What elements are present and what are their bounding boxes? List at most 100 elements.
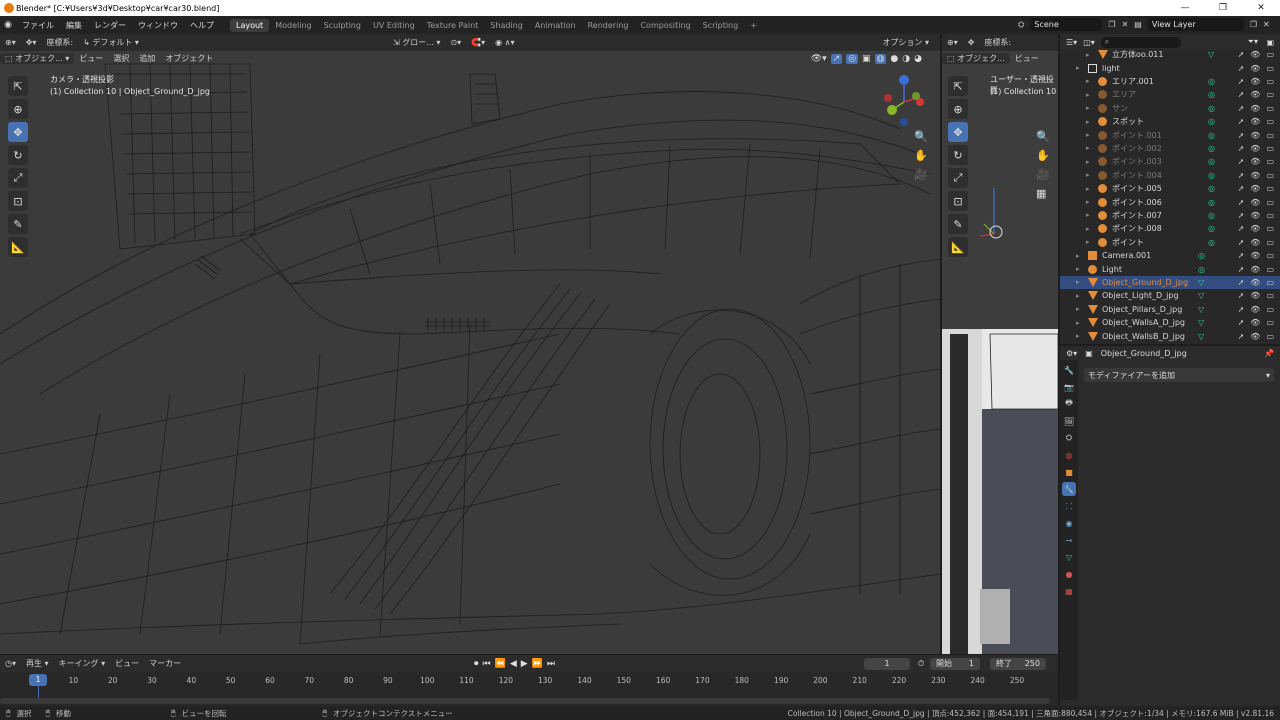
transform-tool-icon[interactable]: ⊡ [8, 191, 28, 211]
navigation-gizmo[interactable] [880, 72, 930, 127]
new-scene-icon[interactable]: ❐ [1108, 20, 1115, 29]
eye-icon[interactable]: 👁 [1250, 278, 1260, 287]
render-camera-icon[interactable]: ▭ [1266, 278, 1274, 287]
side-move-tool-icon[interactable]: ✥ [948, 122, 968, 142]
render-camera-icon[interactable]: ▭ [1266, 157, 1274, 166]
rotate-tool-icon[interactable]: ↻ [8, 145, 28, 165]
light-data-icon[interactable]: ◎ [1208, 131, 1215, 140]
side-menu-view[interactable]: ビュー [1010, 53, 1044, 64]
eye-icon[interactable]: 👁 [1250, 131, 1260, 140]
render-camera-icon[interactable]: ▭ [1266, 50, 1274, 59]
pin-icon[interactable]: 📌 [1264, 349, 1274, 358]
eye-icon[interactable]: 👁 [1250, 77, 1260, 86]
side-rotate-tool-icon[interactable]: ↻ [948, 145, 968, 165]
view-layer-selector[interactable]: View Layer [1147, 18, 1244, 31]
add-modifier-dropdown[interactable]: モディファイアーを追加 ▾ [1084, 368, 1274, 382]
expand-arrow-icon[interactable]: ▸ [1076, 278, 1080, 286]
side-annotate-tool-icon[interactable]: ✎ [948, 214, 968, 234]
select-cursor-icon[interactable]: ➚ [1238, 90, 1245, 99]
world-tab-icon[interactable]: ◍ [1062, 448, 1076, 462]
new-collection-icon[interactable]: ▣ [1266, 38, 1274, 47]
render-camera-icon[interactable]: ▭ [1266, 90, 1274, 99]
render-camera-icon[interactable]: ▭ [1266, 305, 1274, 314]
outliner-row[interactable]: ▸ ポイント ◎ ➚ 👁 ▭ [1060, 236, 1280, 249]
light-data-icon[interactable]: ◎ [1208, 117, 1215, 126]
menu-render[interactable]: レンダー [88, 20, 132, 31]
outliner-row[interactable]: ▸ ポイント.003 ◎ ➚ 👁 ▭ [1060, 155, 1280, 168]
menu-edit[interactable]: 編集 [60, 20, 88, 31]
tab-rendering[interactable]: Rendering [582, 19, 635, 32]
eye-icon[interactable]: 👁 [1250, 184, 1260, 193]
select-cursor-icon[interactable]: ➚ [1238, 224, 1245, 233]
outliner-row[interactable]: ▸ ポイント.005 ◎ ➚ 👁 ▭ [1060, 182, 1280, 195]
side-zoom-icon[interactable]: 🔍 [1036, 130, 1050, 143]
outliner-row[interactable]: ▸ Object_Light_D_jpg ▽ ➚ 👁 ▭ [1060, 289, 1280, 302]
menu-marker[interactable]: マーカー [144, 658, 186, 669]
side-transform-tool-icon[interactable]: ⊡ [948, 191, 968, 211]
light-data-icon[interactable]: ◎ [1208, 211, 1215, 220]
side-measure-tool-icon[interactable]: 📐 [948, 237, 968, 257]
expand-arrow-icon[interactable]: ▸ [1076, 292, 1080, 300]
light-data-icon[interactable]: ◎ [1208, 171, 1215, 180]
render-camera-icon[interactable]: ▭ [1266, 131, 1274, 140]
add-workspace-button[interactable]: + [744, 19, 763, 32]
shading-solid-icon[interactable]: ● [890, 54, 898, 64]
select-cursor-icon[interactable]: ➚ [1238, 171, 1245, 180]
light-data-icon[interactable]: ◎ [1208, 198, 1215, 207]
scene-tab-icon[interactable]: ⛭ [1062, 431, 1076, 445]
tab-sculpting[interactable]: Sculpting [318, 19, 367, 32]
shading-wireframe-icon[interactable]: ◍ [874, 53, 887, 64]
transform-orientation-dropdown[interactable]: ⇲ グロー... ▾ [388, 37, 445, 48]
expand-arrow-icon[interactable]: ▸ [1076, 252, 1080, 260]
light-data-icon[interactable]: ◎ [1208, 238, 1215, 247]
light-data-icon[interactable]: ◎ [1208, 104, 1215, 113]
shading-material-icon[interactable]: ◑ [902, 54, 910, 64]
light-data-icon[interactable]: ◎ [1208, 144, 1215, 153]
expand-arrow-icon[interactable]: ▸ [1076, 265, 1080, 273]
jump-end-icon[interactable]: ⏭ [547, 659, 555, 669]
expand-arrow-icon[interactable]: ▸ [1086, 171, 1090, 179]
outliner-row[interactable]: ▸ Camera.001 ◎ ➚ 👁 ▭ [1060, 249, 1280, 262]
select-cursor-icon[interactable]: ➚ [1238, 198, 1245, 207]
light-data-icon[interactable]: ◎ [1208, 157, 1215, 166]
select-cursor-icon[interactable]: ➚ [1238, 157, 1245, 166]
light-data-icon[interactable]: ◎ [1208, 224, 1215, 233]
transform-gizmo-icon[interactable]: ✥▾ [21, 38, 42, 47]
expand-arrow-icon[interactable]: ▸ [1086, 51, 1090, 59]
output-tab-icon[interactable]: 🖶 [1062, 397, 1076, 411]
side-camera-icon[interactable]: 🎥 [1036, 168, 1050, 181]
expand-arrow-icon[interactable]: ▸ [1086, 91, 1090, 99]
outliner-search-input[interactable] [1109, 37, 1170, 47]
expand-arrow-icon[interactable]: ▸ [1086, 198, 1090, 206]
outliner-row[interactable]: ▸ ポイント.007 ◎ ➚ 👁 ▭ [1060, 209, 1280, 222]
side-select-tool-icon[interactable]: ⇱ [948, 76, 968, 96]
side-cursor-tool-icon[interactable]: ⊕ [948, 99, 968, 119]
close-button[interactable]: ✕ [1242, 0, 1280, 16]
light-data-icon[interactable]: ◎ [1208, 184, 1215, 193]
minimize-button[interactable]: — [1166, 0, 1204, 16]
end-frame-field[interactable]: 終了 250 [990, 657, 1046, 670]
xray-icon[interactable]: ▣ [862, 54, 871, 64]
playhead[interactable]: 1 [29, 674, 47, 686]
gizmo-toggle-icon[interactable]: ↗ [830, 53, 843, 64]
eye-icon[interactable]: 👁 [1250, 157, 1260, 166]
expand-arrow-icon[interactable]: ▸ [1086, 131, 1090, 139]
texture-tab-icon[interactable]: ▦ [1062, 584, 1076, 598]
outliner-row[interactable]: ▸ エリア ◎ ➚ 👁 ▭ [1060, 88, 1280, 101]
proportional-edit-icon[interactable]: ◉ ∧▾ [490, 38, 519, 47]
display-mode-icon[interactable]: ◫▾ [1083, 38, 1095, 47]
menu-keying[interactable]: キーイング ▾ [54, 658, 111, 669]
render-camera-icon[interactable]: ▭ [1266, 117, 1274, 126]
render-camera-icon[interactable]: ▭ [1266, 211, 1274, 220]
select-cursor-icon[interactable]: ➚ [1238, 332, 1245, 341]
menu-select[interactable]: 選択 [108, 53, 134, 64]
outliner-row[interactable]: ▸ light ➚ 👁 ▭ [1060, 61, 1280, 74]
render-camera-icon[interactable]: ▭ [1266, 104, 1274, 113]
outliner-row[interactable]: ▸ Object_WallsA_D_jpg ▽ ➚ 👁 ▭ [1060, 316, 1280, 329]
light-data-icon[interactable]: ◎ [1198, 251, 1205, 260]
expand-arrow-icon[interactable]: ▸ [1086, 77, 1090, 85]
tab-shading[interactable]: Shading [484, 19, 529, 32]
select-cursor-icon[interactable]: ➚ [1238, 104, 1245, 113]
new-view-layer-icon[interactable]: ❐ [1250, 20, 1257, 29]
expand-arrow-icon[interactable]: ▸ [1086, 158, 1090, 166]
